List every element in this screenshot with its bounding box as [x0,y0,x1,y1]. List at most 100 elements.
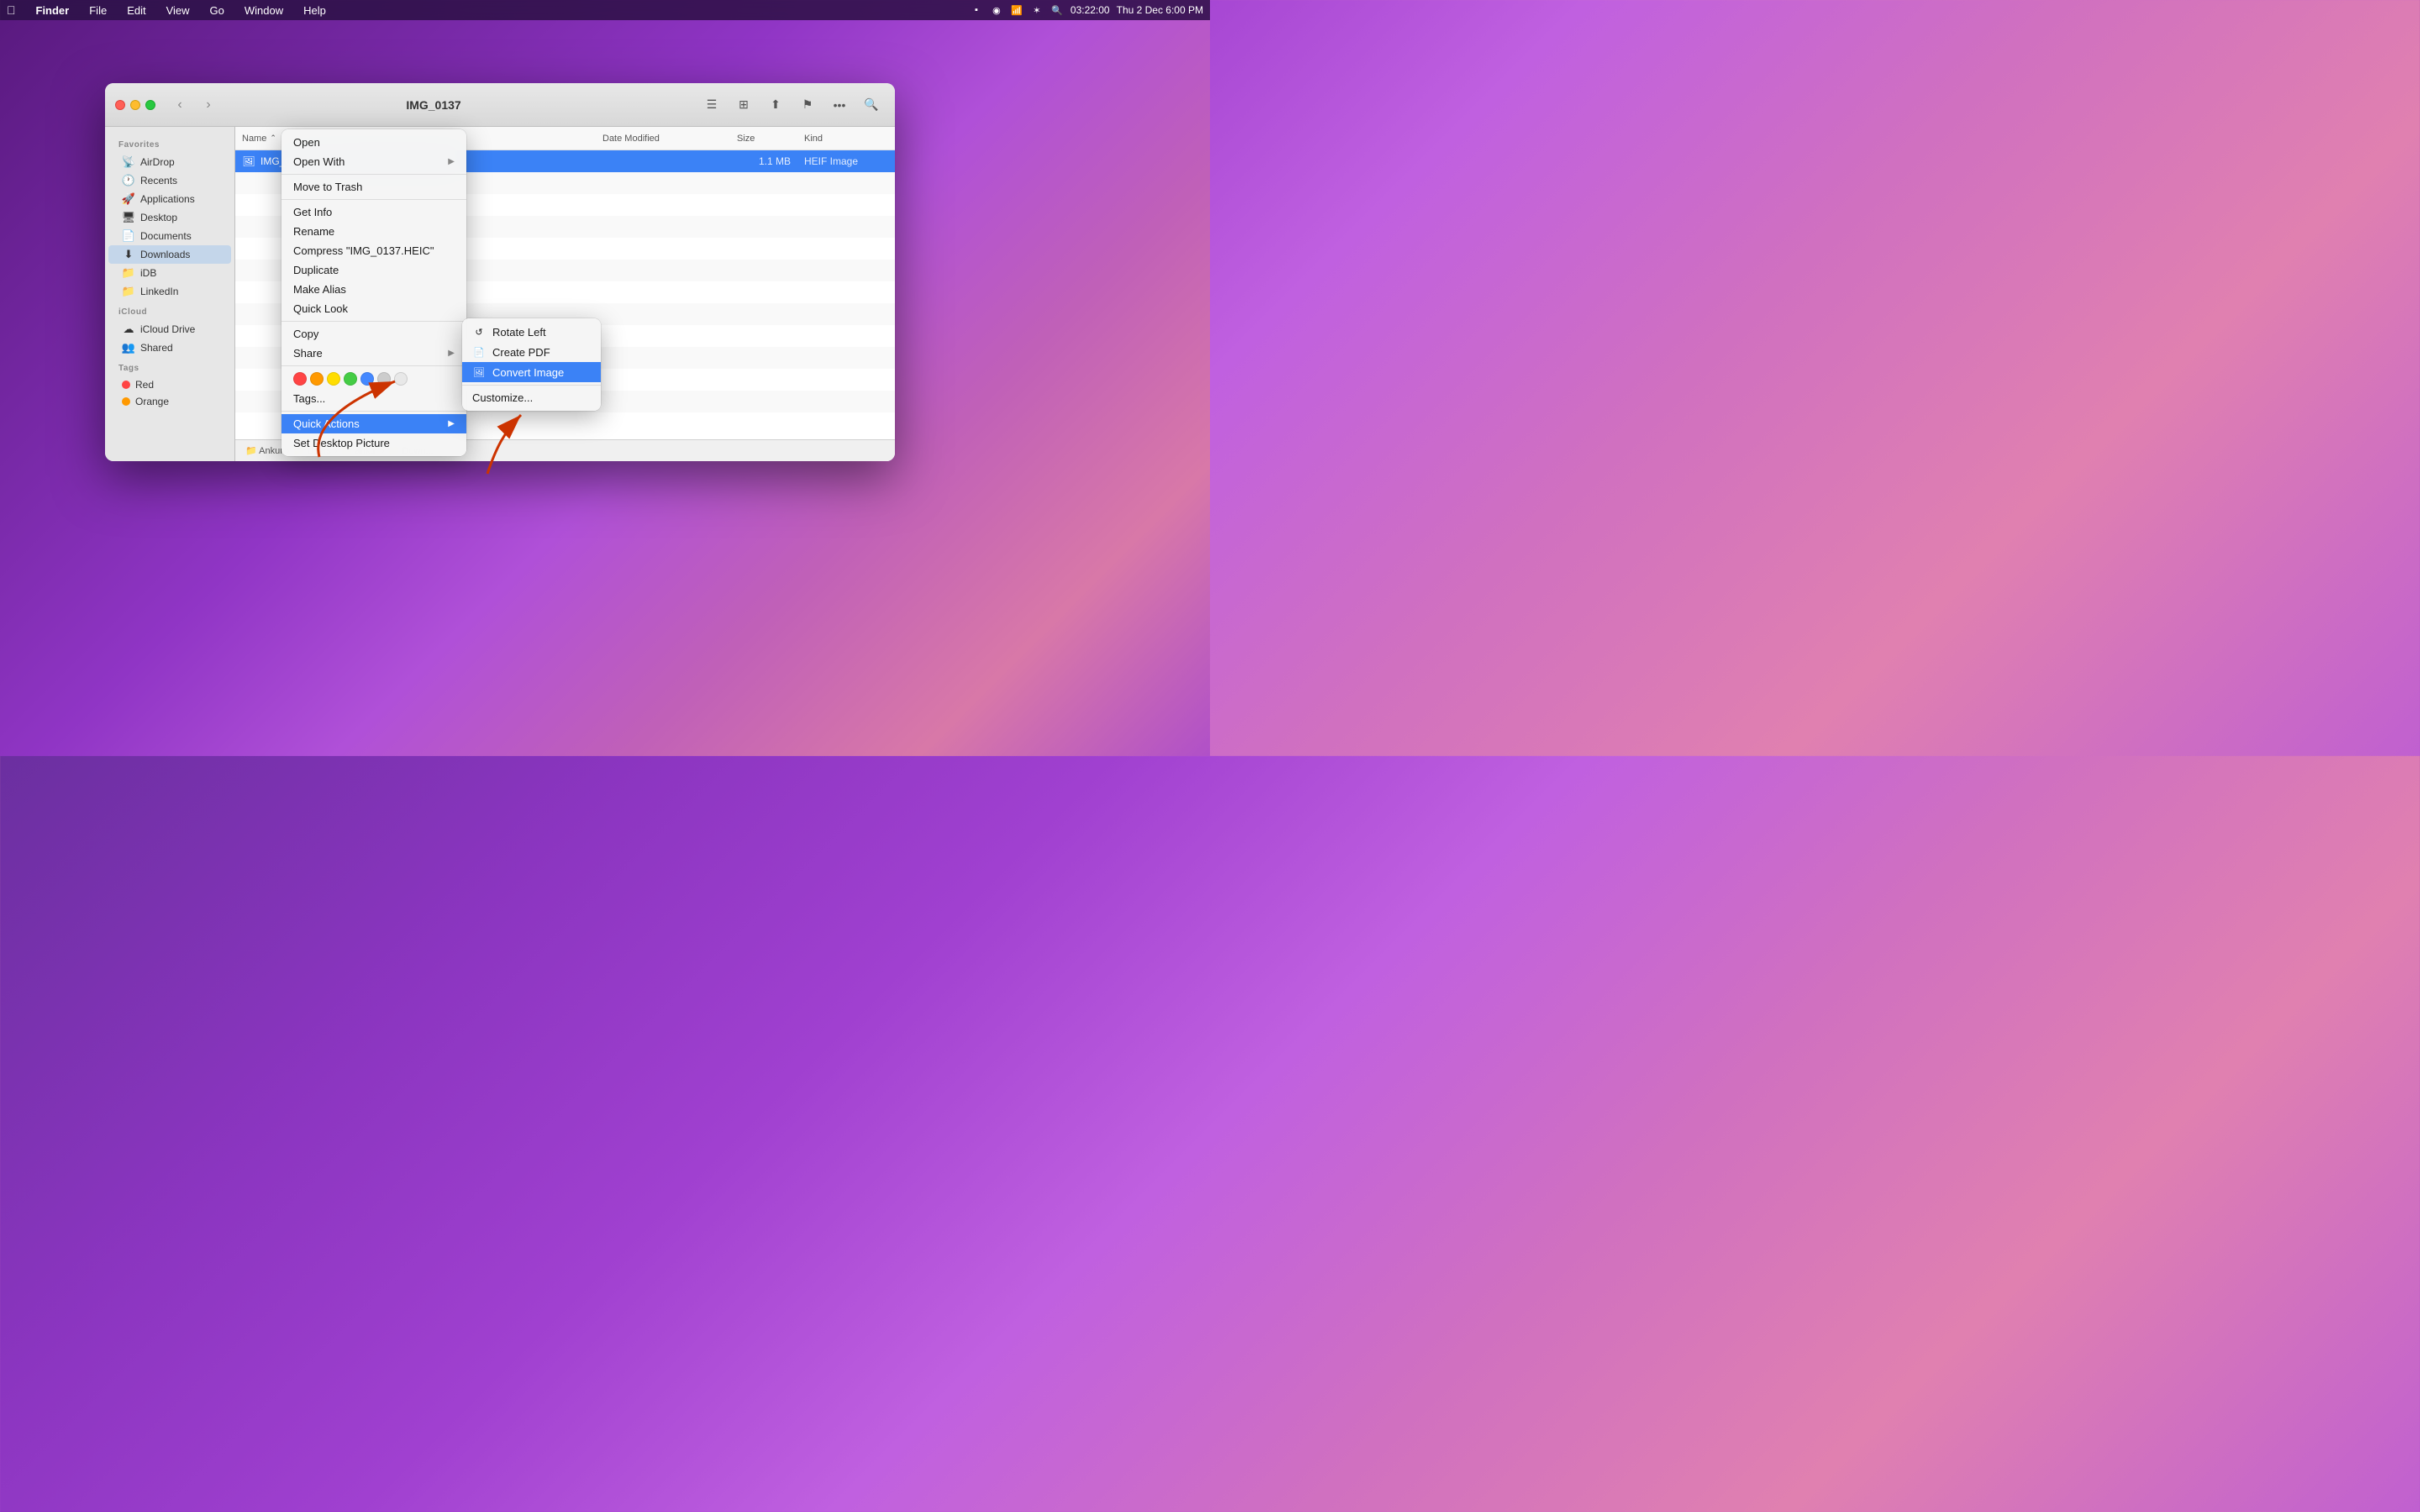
convert-image-icon: 🖼 [472,365,486,379]
sidebar-item-desktop[interactable]: 🖥 Desktop [108,208,231,227]
menu-help[interactable]: Help [300,3,329,18]
sidebar-item-recents[interactable]: 🕐 Recents [108,171,231,190]
cm-sep-4 [281,365,466,366]
sidebar-item-icloud-drive[interactable]: ☁ iCloud Drive [108,320,231,339]
menu-go[interactable]: Go [207,3,228,18]
sm-convert-image[interactable]: 🖼 Convert Image [462,362,601,382]
convert-image-label: Convert Image [492,366,564,379]
sm-create-pdf[interactable]: 📄 Create PDF [462,342,601,362]
cm-sep-5 [281,411,466,412]
cm-open-with-label: Open With [293,155,345,168]
cm-rename[interactable]: Rename [281,222,466,241]
sidebar-item-tag-red[interactable]: Red [108,376,231,393]
share-button[interactable]: ⬆ [762,93,789,117]
cm-open-with[interactable]: Open With ▶ [281,152,466,171]
cm-duplicate[interactable]: Duplicate [281,260,466,280]
tag-blue-option[interactable] [360,372,374,386]
cm-quick-look-label: Quick Look [293,302,348,315]
favorites-label: Favorites [105,134,234,153]
cm-get-info[interactable]: Get Info [281,202,466,222]
cm-move-to-trash[interactable]: Move to Trash [281,177,466,197]
sidebar-item-applications[interactable]: 🚀 Applications [108,190,231,208]
file-icon: 🖼 [242,155,255,168]
col-header-kind[interactable]: Kind [804,134,888,144]
cm-compress[interactable]: Compress "IMG_0137.HEIC" [281,241,466,260]
bluetooth-icon[interactable]: ✶ [1030,3,1044,17]
view-grid-button[interactable]: ⊞ [730,93,757,117]
tag-gray-option[interactable] [377,372,391,386]
search-button[interactable]: 🔍 [858,93,885,117]
context-menu: Open Open With ▶ Move to Trash Get Info … [281,129,466,456]
cm-copy-label: Copy [293,328,318,340]
traffic-lights [115,100,155,110]
cm-share[interactable]: Share ▶ [281,344,466,363]
share-arrow: ▶ [448,349,455,358]
cm-quick-look[interactable]: Quick Look [281,299,466,318]
window-title: IMG_0137 [176,98,692,112]
cm-sep-3 [281,321,466,322]
battery-icon[interactable]: ▪ [970,3,983,17]
tags-label: Tags [105,357,234,376]
tag-red-dot [122,381,130,389]
documents-label: Documents [140,230,192,242]
sidebar-item-idb[interactable]: 📁 iDB [108,264,231,282]
linkedin-icon: 📁 [122,285,135,298]
minimize-button[interactable] [130,100,140,110]
col-header-date[interactable]: Date Modified [602,134,737,144]
cm-tags[interactable]: Tags... [281,389,466,408]
sm-rotate-left[interactable]: ↺ Rotate Left [462,322,601,342]
cm-tags-label: Tags... [293,392,325,405]
menu-edit[interactable]: Edit [124,3,149,18]
tag-orange-option[interactable] [310,372,324,386]
tag-green-option[interactable] [344,372,357,386]
file-size-cell: 1.1 MB [737,155,804,167]
tag-yellow-option[interactable] [327,372,340,386]
airdrop-label: AirDrop [140,156,175,168]
cm-make-alias[interactable]: Make Alias [281,280,466,299]
col-header-size[interactable]: Size [737,134,804,144]
breadcrumb-ankur[interactable]: 📁 Ankur [245,445,283,456]
more-button[interactable]: ••• [826,93,853,117]
menu-file[interactable]: File [86,3,110,18]
menu-view[interactable]: View [163,3,193,18]
cm-open-label: Open [293,136,320,149]
cm-compress-label: Compress "IMG_0137.HEIC" [293,244,434,257]
sidebar-item-documents[interactable]: 📄 Documents [108,227,231,245]
sm-customize[interactable]: Customize... [462,388,601,407]
sidebar-item-airdrop[interactable]: 📡 AirDrop [108,153,231,171]
cm-copy[interactable]: Copy [281,324,466,344]
quick-actions-submenu: ↺ Rotate Left 📄 Create PDF 🖼 Convert Ima… [462,318,601,411]
downloads-icon: ⬇ [122,248,135,261]
airdrop-icon: 📡 [122,155,135,169]
sidebar-item-linkedin[interactable]: 📁 LinkedIn [108,282,231,301]
cm-set-desktop[interactable]: Set Desktop Picture [281,433,466,453]
create-pdf-label: Create PDF [492,346,550,359]
sidebar-item-shared[interactable]: 👥 Shared [108,339,231,357]
apple-menu[interactable]:  [7,3,16,17]
tag-red-option[interactable] [293,372,307,386]
desktop: ‹ › IMG_0137 ☰ ⊞ ⬆ ⚑ ••• 🔍 Favorites 📡 A… [0,20,1210,756]
cm-open[interactable]: Open [281,133,466,152]
maximize-button[interactable] [145,100,155,110]
documents-icon: 📄 [122,229,135,243]
view-list-button[interactable]: ☰ [698,93,725,117]
menubar-date: Thu 2 Dec 6:00 PM [1117,4,1203,16]
toolbar-actions: ☰ ⊞ ⬆ ⚑ ••• 🔍 [698,93,885,117]
title-bar: ‹ › IMG_0137 ☰ ⊞ ⬆ ⚑ ••• 🔍 [105,83,895,127]
menu-finder[interactable]: Finder [33,3,73,18]
cm-quick-actions[interactable]: Quick Actions ▶ [281,414,466,433]
cm-quick-actions-label: Quick Actions [293,417,360,430]
close-button[interactable] [115,100,125,110]
menu-window[interactable]: Window [241,3,287,18]
sidebar-item-downloads[interactable]: ⬇ Downloads [108,245,231,264]
finder-content: Favorites 📡 AirDrop 🕐 Recents 🚀 Applicat… [105,127,895,461]
sm-sep-1 [462,385,601,386]
siri-icon[interactable]: ◉ [990,3,1003,17]
search-menu-icon[interactable]: 🔍 [1050,3,1064,17]
applications-label: Applications [140,193,195,205]
sidebar-item-tag-orange[interactable]: Orange [108,393,231,410]
tag-empty-option[interactable] [394,372,408,386]
airdrop-wifi-icon[interactable]: 📶 [1010,3,1023,17]
customize-label: Customize... [472,391,533,404]
tag-button[interactable]: ⚑ [794,93,821,117]
